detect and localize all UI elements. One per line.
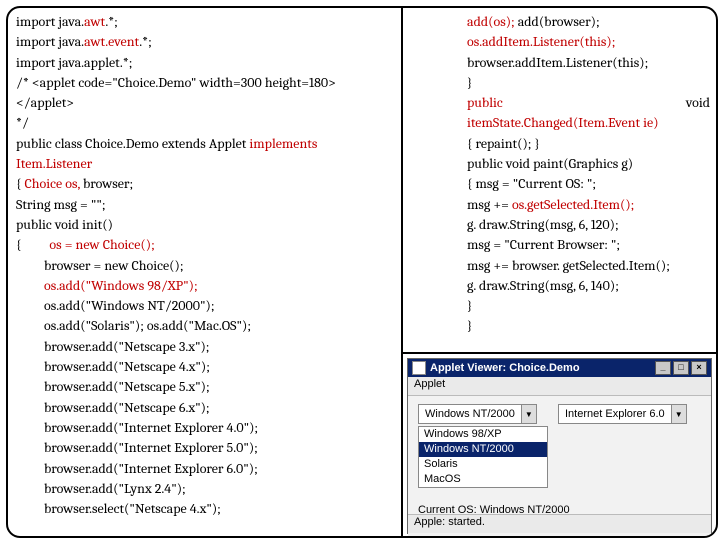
code-line: g. draw.String(msg, 6, 120); — [411, 215, 710, 235]
code-right-column: add(os); add(browser); os.addItem.Listen… — [403, 8, 716, 536]
chevron-down-icon[interactable]: ▼ — [671, 405, 686, 423]
code-line: { repaint(); } — [411, 134, 710, 154]
code-line: import java.applet.*; — [16, 53, 395, 73]
controls-row: Windows NT/2000 ▼ Windows 98/XP Windows … — [418, 404, 701, 488]
code-line: browser.addItem.Listener(this); — [411, 53, 710, 73]
browser-selected: Internet Explorer 6.0 — [559, 408, 671, 420]
code-line: {os = new Choice(); — [16, 235, 395, 255]
code-line: import java.awt.*; — [16, 12, 395, 32]
code-line: } — [411, 296, 710, 316]
code-left-column: import java.awt.*; import java.awt.event… — [8, 8, 403, 536]
code-line: browser.add("Internet Explorer 4.0"); — [16, 418, 395, 438]
list-item[interactable]: Solaris — [419, 457, 547, 472]
page: import java.awt.*; import java.awt.event… — [0, 0, 720, 540]
code-line: public void paint(Graphics g) — [411, 154, 710, 174]
frame: import java.awt.*; import java.awt.event… — [6, 6, 718, 538]
code-line: g. draw.String(msg, 6, 140); — [411, 276, 710, 296]
list-item[interactable]: Windows NT/2000 — [419, 442, 547, 457]
os-selected: Windows NT/2000 — [419, 408, 521, 420]
code-line: */ — [16, 113, 395, 133]
code-line: msg += os.getSelected.Item(); — [411, 195, 710, 215]
chevron-down-icon[interactable]: ▼ — [521, 405, 536, 423]
window-title: Applet Viewer: Choice.Demo — [430, 362, 580, 374]
code-line: { msg = "Current OS: "; — [411, 174, 710, 194]
code-line: browser.add("Lynx 2.4"); — [16, 479, 395, 499]
code-line: msg += browser. getSelected.Item(); — [411, 256, 710, 276]
code-line: public class Choice.Demo extends Applet … — [16, 134, 395, 154]
code-line: browser.add("Netscape 6.x"); — [16, 398, 395, 418]
titlebar: Applet Viewer: Choice.Demo _ □ × — [408, 359, 711, 377]
os-choice-group: Windows NT/2000 ▼ Windows 98/XP Windows … — [418, 404, 548, 488]
code-line: public void init() — [16, 215, 395, 235]
code-line: os.add("Windows NT/2000"); — [16, 296, 395, 316]
code-line: browser.select("Netscape 4.x"); — [16, 499, 395, 519]
code-line: os.add("Solaris"); os.add("Mac.OS"); — [16, 316, 395, 336]
code-line: browser.add("Internet Explorer 5.0"); — [16, 438, 395, 458]
code-line: add(os); add(browser); — [411, 12, 710, 32]
os-listbox[interactable]: Windows 98/XP Windows NT/2000 Solaris Ma… — [418, 426, 548, 488]
code-line: os.addItem.Listener(this); — [411, 32, 710, 52]
applet-window: Applet Viewer: Choice.Demo _ □ × Applet … — [407, 358, 712, 534]
code-line: browser.add("Netscape 4.x"); — [16, 357, 395, 377]
list-item[interactable]: MacOS — [419, 472, 547, 487]
statusbar: Apple: started. — [408, 514, 711, 533]
code-line: } — [411, 316, 710, 336]
code-line: browser.add("Internet Explorer 6.0"); — [16, 459, 395, 479]
code-line: browser = new Choice(); — [16, 256, 395, 276]
code-line: msg = "Current Browser: "; — [411, 235, 710, 255]
browser-combobox[interactable]: Internet Explorer 6.0 ▼ — [558, 404, 687, 424]
code-line: } — [411, 73, 710, 93]
code-line: itemState.Changed(Item.Event ie) — [411, 113, 710, 133]
minimize-button[interactable]: _ — [655, 361, 671, 375]
window-buttons: _ □ × — [655, 361, 707, 375]
code-line: /* <applet code="Choice.Demo" width=300 … — [16, 73, 395, 93]
code-line: import java.awt.event.*; — [16, 32, 395, 52]
menubar[interactable]: Applet — [408, 377, 711, 396]
code-line: publicvoid — [411, 93, 710, 113]
code-line: browser.add("Netscape 3.x"); — [16, 337, 395, 357]
os-combobox[interactable]: Windows NT/2000 ▼ — [418, 404, 537, 424]
code-line: os.add("Windows 98/XP"); — [16, 276, 395, 296]
code-right-block: add(os); add(browser); os.addItem.Listen… — [403, 8, 716, 341]
columns: import java.awt.*; import java.awt.event… — [8, 8, 716, 536]
code-line: Item.Listener — [16, 154, 395, 174]
list-item[interactable]: Windows 98/XP — [419, 427, 547, 442]
code-line: { Choice os, browser; — [16, 174, 395, 194]
maximize-button[interactable]: □ — [673, 361, 689, 375]
code-line: String msg = ""; — [16, 195, 395, 215]
code-line: browser.add("Netscape 5.x"); — [16, 377, 395, 397]
close-button[interactable]: × — [691, 361, 707, 375]
applet-screenshot: Applet Viewer: Choice.Demo _ □ × Applet … — [403, 352, 716, 536]
app-icon — [412, 361, 426, 375]
code-line: </applet> — [16, 93, 395, 113]
